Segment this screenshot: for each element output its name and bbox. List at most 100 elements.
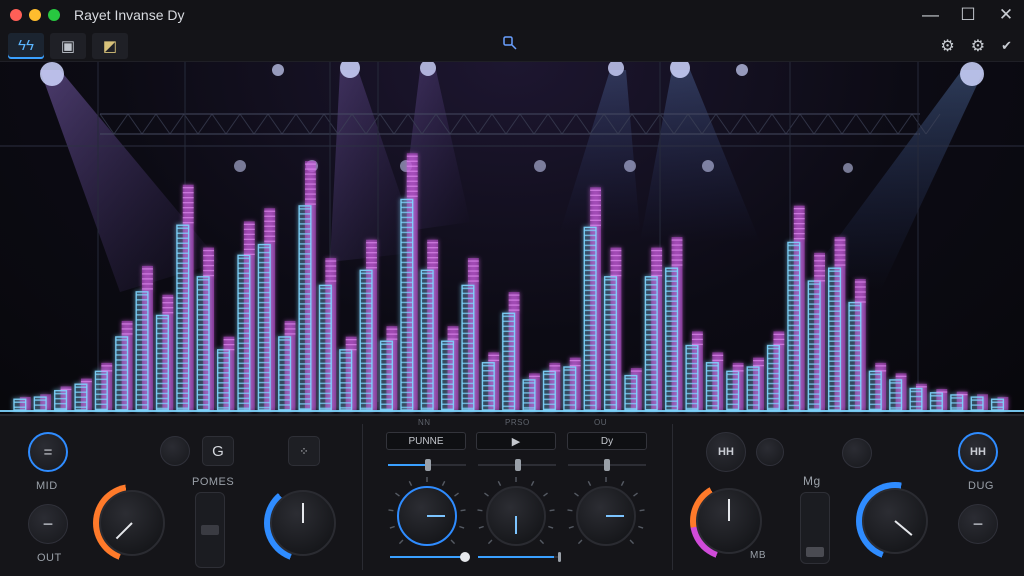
visualizer-bar — [603, 247, 622, 411]
knob-pointer — [427, 515, 445, 517]
visualizer-bar — [726, 362, 744, 411]
out-label: OUT — [37, 552, 62, 564]
visualizer-bar — [990, 396, 1009, 411]
visualizer-bar — [115, 320, 133, 411]
slider-thumb[interactable] — [604, 459, 610, 471]
mg-label: Mg — [803, 474, 821, 488]
traffic-lights — [10, 9, 60, 21]
visualizer-bar — [644, 247, 663, 411]
channel-3-knob[interactable] — [576, 486, 636, 546]
round-button[interactable] — [160, 436, 190, 466]
grid-button[interactable]: ⁘ — [288, 436, 320, 466]
visualizer-bar — [909, 383, 927, 411]
stage-truss — [0, 113, 1024, 147]
visualizer-bar — [196, 247, 215, 411]
image-icon: ◩ — [102, 37, 118, 55]
visualizer-bar — [216, 336, 235, 411]
visualizer-bar — [13, 396, 31, 411]
waveform-icon: ϟϟ — [18, 37, 34, 54]
deck-divider — [672, 424, 673, 570]
visualizer-bar — [155, 294, 174, 411]
round-button[interactable] — [756, 438, 784, 466]
visualizer-bar — [420, 239, 439, 411]
visualizer-bar — [766, 331, 785, 411]
knob-pointer — [302, 503, 304, 523]
visualizer-bar — [889, 373, 907, 411]
gain-knob[interactable] — [99, 490, 165, 556]
visualizer-bar — [624, 368, 642, 411]
out-minus-button[interactable]: − — [28, 504, 68, 544]
slider-thumb[interactable] — [425, 459, 431, 471]
close-button[interactable]: ✕ — [998, 5, 1014, 25]
pomes-fader[interactable] — [195, 492, 225, 568]
pin-icon[interactable]: ✔ — [1001, 38, 1012, 54]
visualizer-bar — [746, 357, 764, 411]
waveform-tool-button[interactable]: ϟϟ — [8, 32, 44, 59]
channel-2-knob[interactable] — [486, 486, 546, 546]
visualizer-bar — [441, 326, 459, 411]
visualizer-bar — [563, 357, 581, 411]
visualizer-canvas — [0, 62, 1024, 412]
knob-pointer — [515, 516, 517, 534]
light-beam — [640, 70, 760, 242]
visualizer-bar — [74, 378, 92, 411]
minimize-button[interactable]: — — [922, 5, 939, 25]
hh-button[interactable]: HH — [706, 432, 746, 472]
slider-thumb[interactable] — [558, 552, 561, 562]
settings-icon[interactable]: ⚙ — [940, 36, 954, 56]
visualizer-bar — [339, 336, 357, 411]
fader-cap[interactable] — [806, 547, 824, 557]
crossfader-left[interactable] — [390, 552, 470, 562]
round-button[interactable] — [842, 438, 872, 468]
channel-1-slider[interactable] — [388, 459, 466, 471]
visualizer-bar — [135, 265, 153, 411]
maximize-dot-button[interactable] — [48, 9, 60, 21]
reverb-knob[interactable] — [696, 488, 762, 554]
visualizer-bar — [950, 391, 968, 411]
knob-pointer — [728, 499, 730, 521]
visualizer-bar — [359, 239, 377, 411]
punne-button[interactable]: PUNNE — [386, 432, 466, 450]
visualizer-bar — [237, 221, 255, 411]
visualizer-bar — [502, 292, 520, 411]
close-dot-button[interactable] — [10, 9, 22, 21]
tiny-label: NN — [418, 418, 431, 427]
tiny-label: PRSO — [505, 418, 530, 427]
mb-label: MB — [750, 550, 766, 561]
save-tool-button[interactable]: ▣ — [50, 32, 86, 59]
save-icon: ▣ — [60, 37, 76, 55]
g-button[interactable]: G — [202, 436, 234, 466]
visualizer-bar — [705, 352, 724, 411]
play-button[interactable]: ▶ — [476, 432, 556, 450]
mid-eq-button[interactable]: = — [28, 432, 68, 472]
toolbar-right: ⚙ ⚙ ✔ — [940, 30, 1012, 62]
window-title: Rayet Invanse Dy — [74, 7, 185, 23]
visualizer-bar — [318, 258, 337, 411]
visualizer-bar — [54, 386, 72, 411]
visualizer-bar — [522, 373, 540, 411]
hh-button[interactable]: HH — [958, 432, 998, 472]
dy-button[interactable]: Dy — [567, 432, 647, 450]
search-icon[interactable] — [503, 36, 517, 53]
settings-icon[interactable]: ⚙ — [971, 36, 985, 56]
mg-fader[interactable] — [800, 492, 830, 564]
crossfader-right[interactable] — [478, 552, 561, 562]
delay-knob[interactable] — [862, 488, 928, 554]
slider-thumb[interactable] — [460, 552, 470, 562]
image-tool-button[interactable]: ◩ — [92, 32, 128, 59]
maximize-button[interactable]: ☐ — [960, 5, 976, 25]
dug-minus-button[interactable]: − — [958, 504, 998, 544]
minimize-dot-button[interactable] — [29, 9, 41, 21]
fader-cap[interactable] — [201, 525, 219, 535]
tiny-label: OU — [594, 418, 607, 427]
knob-pointer — [894, 520, 913, 536]
filter-knob[interactable] — [270, 490, 336, 556]
channel-3-slider[interactable] — [568, 459, 646, 471]
visualizer-bar — [298, 161, 316, 411]
visualizer-bar — [257, 208, 276, 411]
visualizer-bar — [461, 258, 479, 411]
channel-1-knob[interactable] — [397, 486, 457, 546]
slider-thumb[interactable] — [515, 459, 521, 471]
visualizer-bar — [929, 389, 948, 411]
channel-2-slider[interactable] — [478, 459, 556, 471]
